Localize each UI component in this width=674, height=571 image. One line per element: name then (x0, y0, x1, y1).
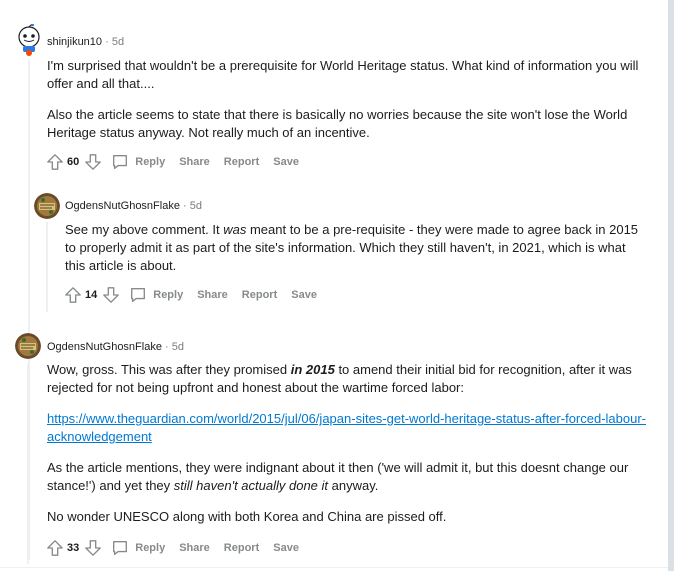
share-button[interactable]: Share (197, 289, 228, 301)
comment-thread: shinjikun10 · 5d I'm surprised that woul… (0, 0, 674, 571)
comment-meta: shinjikun10 · 5d (47, 36, 124, 48)
save-button[interactable]: Save (273, 156, 299, 168)
comment-body: Wow, gross. This was after they promised… (47, 361, 647, 539)
comment-paragraph: No wonder UNESCO along with both Korea a… (47, 509, 447, 524)
reply-label: Reply (153, 289, 184, 301)
comment-age[interactable]: 5d (190, 200, 202, 212)
comment-paragraph: I'm surprised that wouldn't be a prerequ… (47, 58, 639, 91)
upvote-icon[interactable] (45, 538, 65, 558)
save-button[interactable]: Save (273, 542, 299, 554)
author-name[interactable]: shinjikun10 (47, 36, 102, 48)
vote-score: 33 (67, 542, 80, 554)
share-button[interactable]: Share (179, 542, 210, 554)
comment-paragraph: Wow, gross. This was after they promised… (47, 361, 647, 397)
text-segment: anyway. (328, 478, 379, 493)
emphasis-text: was (223, 222, 247, 237)
custom-avatar-icon[interactable] (34, 193, 60, 219)
comment-bubble-icon (131, 288, 146, 302)
comment-body: See my above comment. It was meant to be… (65, 221, 645, 288)
comment-meta: OgdensNutGhosnFlake · 5d (65, 200, 202, 212)
reply-label: Reply (135, 156, 166, 168)
downvote-icon[interactable] (83, 538, 103, 558)
emphasis-text: still haven't actually done it (173, 478, 329, 493)
comment-actions: 14 Reply Share Report Save (63, 284, 331, 306)
comment-age[interactable]: 5d (172, 341, 184, 353)
reply-label: Reply (135, 542, 166, 554)
upvote-icon[interactable] (45, 152, 65, 172)
reply-button[interactable]: Reply (129, 286, 183, 304)
vote-score: 14 (85, 289, 98, 301)
thread-line[interactable] (46, 222, 48, 312)
comment-actions: 60 Reply Share Report Save (45, 151, 313, 173)
downvote-icon[interactable] (83, 152, 103, 172)
report-button[interactable]: Report (224, 542, 259, 554)
text-segment: See my above comment. It (65, 222, 224, 237)
snoo-avatar-icon[interactable] (16, 23, 42, 56)
scroll-gutter (668, 0, 674, 571)
downvote-icon[interactable] (101, 285, 121, 305)
text-segment: Wow, gross. This was after they promised (47, 362, 291, 377)
comment-paragraph: See my above comment. It was meant to be… (65, 221, 645, 275)
article-link[interactable]: https://www.theguardian.com/world/2015/j… (47, 411, 646, 444)
comment-paragraph: Also the article seems to state that the… (47, 107, 628, 140)
comment-meta: OgdensNutGhosnFlake · 5d (47, 341, 184, 353)
save-button[interactable]: Save (291, 289, 317, 301)
comment-paragraph: https://www.theguardian.com/world/2015/j… (47, 410, 647, 446)
custom-avatar-icon[interactable] (15, 333, 41, 359)
reply-button[interactable]: Reply (111, 153, 165, 171)
upvote-icon[interactable] (63, 285, 83, 305)
author-name[interactable]: OgdensNutGhosnFlake (65, 200, 180, 212)
comment-bubble-icon (113, 541, 128, 555)
emphasis-text: in 2015 (290, 362, 335, 377)
comment-body: I'm surprised that wouldn't be a prerequ… (47, 57, 647, 155)
meta-separator: · (105, 36, 109, 48)
vote-score: 60 (67, 156, 80, 168)
reply-button[interactable]: Reply (111, 539, 165, 557)
comment-bubble-icon (113, 155, 128, 169)
divider (0, 567, 668, 568)
report-button[interactable]: Report (224, 156, 259, 168)
comment-paragraph: As the article mentions, they were indig… (47, 459, 647, 495)
meta-separator: · (183, 200, 187, 212)
comment-actions: 33 Reply Share Report Save (45, 537, 313, 559)
comment-age[interactable]: 5d (112, 36, 124, 48)
share-button[interactable]: Share (179, 156, 210, 168)
report-button[interactable]: Report (242, 289, 277, 301)
author-name[interactable]: OgdensNutGhosnFlake (47, 341, 162, 353)
meta-separator: · (165, 341, 169, 353)
thread-line[interactable] (27, 364, 29, 564)
